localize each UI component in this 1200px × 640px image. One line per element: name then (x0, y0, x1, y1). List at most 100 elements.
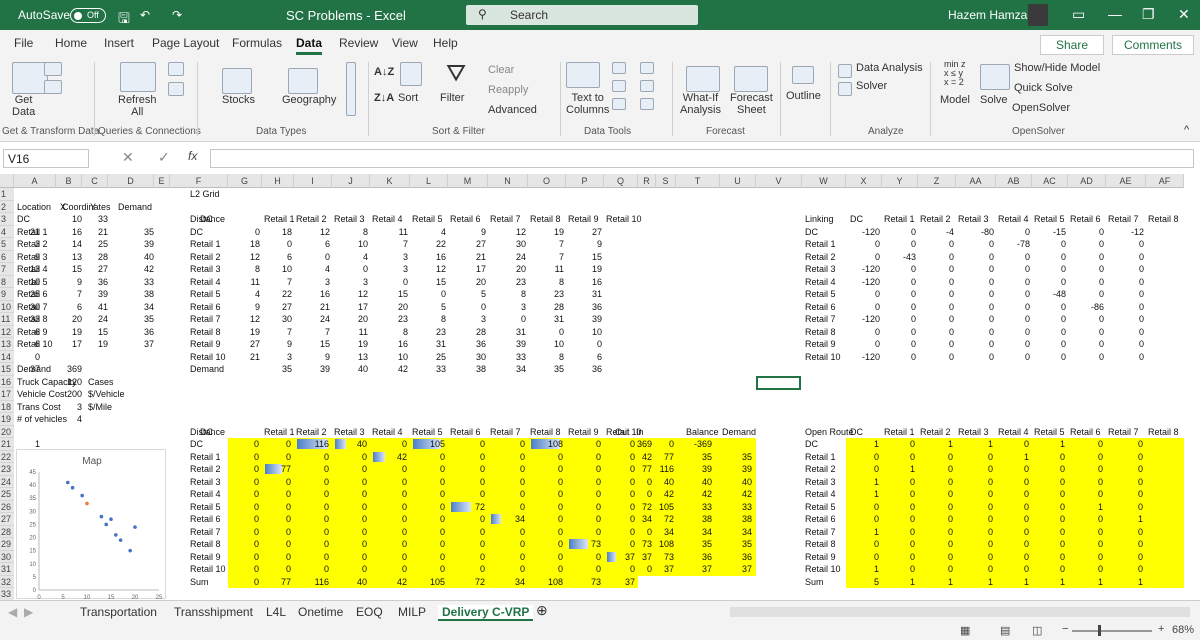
cell[interactable]: 6 (0, 338, 40, 350)
cell[interactable]: 0 (251, 551, 291, 563)
cell[interactable]: Retail 7 (1108, 426, 1139, 438)
cell[interactable]: 31 (486, 326, 526, 338)
cell[interactable]: 6 (0, 326, 40, 338)
cell[interactable]: 3 (290, 276, 330, 288)
cell[interactable]: Retail 6 (190, 513, 221, 525)
cell[interactable]: 4 (328, 251, 368, 263)
cell[interactable]: 0 (875, 451, 915, 463)
column-header[interactable]: Y (882, 174, 918, 188)
cell[interactable]: 0 (1104, 288, 1144, 300)
cell[interactable]: Retail 9 (568, 426, 599, 438)
cell[interactable]: 105 (405, 438, 445, 450)
cell[interactable]: 0 (1104, 301, 1144, 313)
cell[interactable]: 0 (876, 338, 916, 350)
cell[interactable]: Retail 5 (1034, 426, 1065, 438)
cell[interactable]: 0 (1026, 263, 1066, 275)
cell[interactable]: 0 (953, 538, 993, 550)
cell[interactable]: -120 (840, 263, 880, 275)
cell[interactable]: 7 (524, 251, 564, 263)
cell[interactable]: DC (17, 213, 30, 225)
cell[interactable]: Retail 2 (190, 251, 221, 263)
cell[interactable]: 0 (875, 501, 915, 513)
cell[interactable]: Retail 7 (805, 313, 836, 325)
cell[interactable]: DC (200, 426, 213, 438)
cell[interactable]: 0 (289, 501, 329, 513)
cell[interactable]: 33 (486, 351, 526, 363)
cell[interactable]: 0 (485, 551, 525, 563)
cell[interactable]: 0 (405, 463, 445, 475)
cell[interactable]: 5 (406, 301, 446, 313)
cell[interactable]: 0 (367, 488, 407, 500)
cell[interactable]: 40 (634, 476, 674, 488)
cell[interactable]: 0 (1064, 326, 1104, 338)
cell[interactable]: 4 (290, 263, 330, 275)
cell[interactable]: 35 (712, 451, 752, 463)
cell[interactable]: 0 (1063, 551, 1103, 563)
sort-icon[interactable] (400, 62, 422, 86)
cell[interactable]: Retail 6 (1070, 213, 1101, 225)
cell[interactable]: 77 (634, 451, 674, 463)
cell[interactable]: Cases (88, 376, 114, 388)
map-chart[interactable]: Map 0 5 10 15 20 25 0 5 10 15 20 25 30 35 40 45 (16, 449, 166, 600)
cell[interactable]: 0 (252, 238, 292, 250)
cell[interactable]: Retail 4 (998, 213, 1029, 225)
cell[interactable]: 0 (368, 276, 408, 288)
column-header[interactable]: AA (956, 174, 996, 188)
cell[interactable]: 0 (913, 476, 953, 488)
cell[interactable]: Retail 8 (190, 326, 221, 338)
data-validation-icon[interactable] (612, 98, 626, 110)
cell[interactable]: 38 (712, 513, 752, 525)
cell[interactable]: 19 (328, 338, 368, 350)
cell[interactable]: Retail 6 (805, 513, 836, 525)
cell[interactable]: 17 (446, 263, 486, 275)
cell[interactable]: Retail 8 (805, 538, 836, 550)
cell[interactable]: 0 (914, 263, 954, 275)
cell[interactable]: 0 (1103, 476, 1143, 488)
zoom-out-icon[interactable]: − (1062, 623, 1068, 635)
select-all[interactable] (0, 174, 14, 188)
menu-file[interactable]: File (14, 36, 33, 50)
column-header[interactable]: F (170, 174, 228, 188)
column-header[interactable]: G (228, 174, 262, 188)
cell[interactable]: Retail 3 (805, 263, 836, 275)
cell[interactable]: 0 (405, 563, 445, 575)
cell[interactable]: -120 (840, 226, 880, 238)
cell[interactable]: 35 (114, 226, 154, 238)
cell[interactable]: 0 (990, 276, 1030, 288)
cell[interactable]: 0 (523, 501, 563, 513)
cell[interactable]: 3 (0, 238, 40, 250)
cell[interactable]: 0 (913, 463, 953, 475)
cell[interactable]: 16 (562, 276, 602, 288)
cell[interactable]: 16 (406, 251, 446, 263)
cell[interactable]: 24 (486, 251, 526, 263)
cell[interactable]: 120 (42, 376, 82, 388)
column-header[interactable]: N (488, 174, 528, 188)
cell[interactable]: 37 (0, 363, 40, 375)
cell[interactable]: 0 (953, 463, 993, 475)
cell[interactable]: 0 (1025, 476, 1065, 488)
cell[interactable]: 0 (990, 351, 1030, 363)
cell[interactable]: 8 (486, 288, 526, 300)
cell[interactable]: 0 (839, 513, 879, 525)
stocks-icon[interactable] (222, 68, 252, 94)
cell[interactable]: 116 (634, 463, 674, 475)
cell[interactable]: 0 (954, 238, 994, 250)
cell[interactable]: 0 (953, 563, 993, 575)
cell[interactable]: 0 (289, 551, 329, 563)
cell[interactable]: 0 (989, 463, 1029, 475)
zoom-in-icon[interactable]: + (1158, 623, 1164, 635)
cell[interactable]: 7 (252, 276, 292, 288)
cell[interactable]: X (60, 201, 66, 213)
cell[interactable]: 24 (290, 313, 330, 325)
cell[interactable]: DC (190, 226, 203, 238)
restore-icon[interactable]: ❐ (1142, 6, 1155, 23)
cell[interactable]: 0 (289, 476, 329, 488)
cell[interactable]: 0 (485, 501, 525, 513)
column-header[interactable]: S (656, 174, 676, 188)
column-header[interactable]: E (154, 174, 170, 188)
cell[interactable]: 37 (712, 563, 752, 575)
cell[interactable]: 0 (913, 551, 953, 563)
cell[interactable]: Retail 7 (190, 526, 221, 538)
cell[interactable]: 0 (1064, 288, 1104, 300)
cell[interactable]: 0 (840, 326, 880, 338)
